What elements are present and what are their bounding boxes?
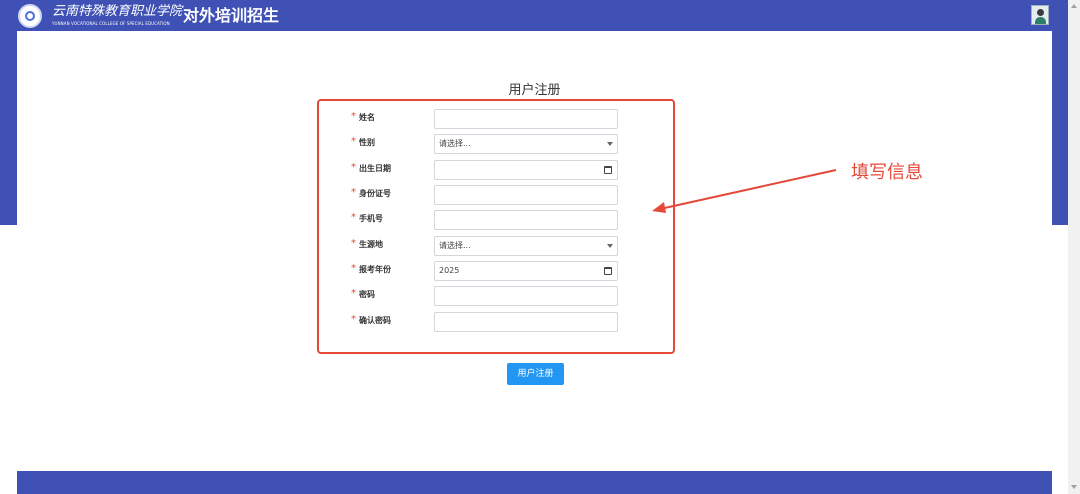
vertical-scrollbar[interactable] <box>1068 0 1080 494</box>
scroll-up-icon[interactable] <box>1071 4 1077 8</box>
scroll-down-icon[interactable] <box>1071 485 1077 489</box>
annotation-arrow <box>652 169 837 213</box>
annotation-label: 填写信息 <box>851 162 923 183</box>
